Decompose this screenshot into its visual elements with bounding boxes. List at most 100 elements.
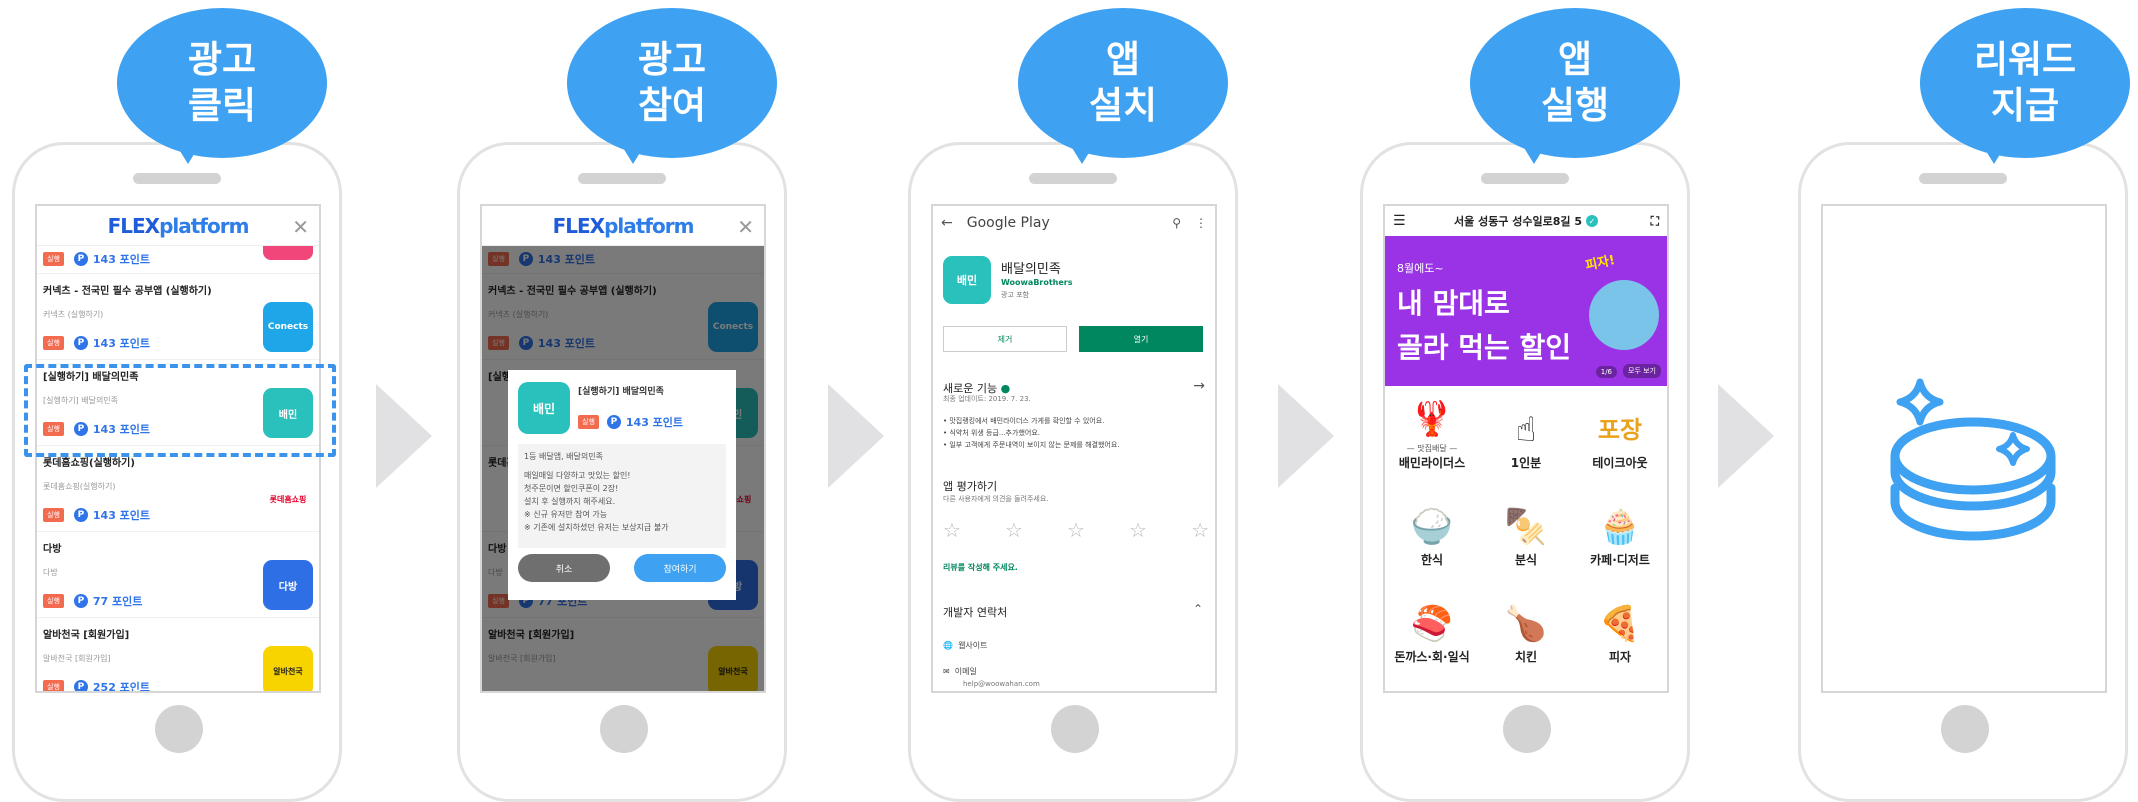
category-riders[interactable]: 🦞 — 맛집배달 — 배민라이더스 (1385, 386, 1479, 483)
globe-icon: 🌐 (943, 641, 953, 650)
uninstall-button[interactable]: 제거 (943, 326, 1067, 352)
home-button (155, 705, 203, 753)
step-app-run: 앱 실행 ☰ 서울 성동구 성수일로8길 5 ✓ ⛶ 8월에도~ 내 맘대로 골… (1360, 0, 1690, 802)
update-date: 최종 업데이트: 2019. 7. 23. (943, 395, 1031, 403)
category-japanese[interactable]: 🍣 돈까스·회·일식 (1385, 580, 1479, 677)
list-item[interactable]: 실행 P 143 포인트 (37, 246, 319, 274)
status-badge: 실행 (578, 415, 599, 429)
menu-icon[interactable]: ☰ (1393, 213, 1406, 229)
pizza-icon: 🍕 (1598, 604, 1642, 644)
bubble-line2: 설치 (1088, 84, 1158, 127)
lobster-icon: 🦞 (1410, 399, 1454, 439)
bubble-line1: 리워드 (1973, 38, 2077, 81)
phone-screen (1821, 204, 2107, 693)
category-takeout[interactable]: 포장 테이크아웃 (1573, 386, 1667, 483)
category-korean[interactable]: 🍚 한식 (1385, 483, 1479, 580)
category-snack[interactable]: 🍢 분식 (1479, 483, 1573, 580)
search-icon[interactable]: ⚲ (1172, 216, 1181, 230)
release-note: • 식약처 위생 등급...추가했어요. (943, 429, 1040, 437)
baemin-header: ☰ 서울 성동구 성수일로8길 5 ✓ ⛶ (1385, 206, 1667, 236)
sushi-icon: 🍣 (1410, 604, 1454, 644)
list-item[interactable]: 알바천국 [회원가입] 알바천국 [회원가입] 알바천국 실행 P 252 포인트 (37, 618, 319, 693)
phone-screen: ← Google Play ⚲ ⋮ 배민 배달의민족 WoowaBrothers… (931, 204, 1217, 693)
rice-icon: 🍚 (1410, 507, 1454, 547)
speech-bubble: 리워드 지급 (1920, 8, 2130, 158)
row-title: 커넥츠 - 전국민 필수 공부앱 (실행하기) (43, 286, 212, 297)
list-item[interactable]: 롯데홈쇼핑(실행하기) 롯데홈쇼핑(실행하기) 롯데홈쇼핑 실행 P 143 포인트 (37, 446, 319, 532)
sparkle-icon (1996, 432, 2030, 466)
home-button (600, 705, 648, 753)
speech-bubble: 광고 참여 (567, 8, 777, 158)
row-title: 알바천국 [회원가입] (43, 630, 130, 641)
phone-speaker (578, 173, 666, 184)
email-row[interactable]: ✉ 이메일 (943, 666, 977, 677)
rate-heading: 앱 평가하기 (943, 480, 998, 493)
star-icon: ☆ (1005, 518, 1023, 542)
list-item[interactable]: 다방 다방 다방 실행P77 포인트 (37, 532, 319, 618)
finger-icon: ☝ (1515, 410, 1537, 450)
sparkle-icon (1896, 378, 1944, 426)
website-row[interactable]: 🌐 웹사이트 (943, 640, 988, 651)
close-icon[interactable]: ✕ (737, 215, 754, 239)
status-badge: 실행 (43, 508, 64, 522)
close-icon[interactable]: ✕ (292, 215, 309, 239)
status-badge: 실행 (43, 252, 64, 266)
category-chicken[interactable]: 🍗 치킨 (1479, 580, 1573, 677)
chevron-up-icon[interactable]: ⌃ (1193, 602, 1203, 616)
app-icon: Conects (263, 302, 313, 352)
phone-frame: ← Google Play ⚲ ⋮ 배민 배달의민족 WoowaBrothers… (908, 142, 1238, 802)
write-review-link[interactable]: 리뷰를 작성해 주세요. (943, 562, 1018, 573)
category-pizza[interactable]: 🍕 피자 (1573, 580, 1667, 677)
speech-bubble: 광고 클릭 (117, 8, 327, 158)
category-cafe[interactable]: 🧁 카페·디저트 (1573, 483, 1667, 580)
see-all-button[interactable]: 모두 보기 (1623, 364, 1661, 378)
arrow-right-icon[interactable]: → (1193, 378, 1205, 394)
points-label: 77 포인트 (92, 595, 143, 608)
app-meta: 광고 포함 (1001, 291, 1029, 299)
phone-speaker (1481, 173, 1569, 184)
bubble-line1: 앱 (1105, 38, 1141, 81)
bubble-line2: 지급 (1990, 84, 2060, 127)
point-icon: P (606, 415, 621, 429)
cancel-button[interactable]: 취소 (518, 554, 610, 582)
back-arrow-icon[interactable]: ← (941, 215, 953, 231)
gplay-header: ← Google Play ⚲ ⋮ (933, 206, 1215, 240)
phone-frame: ☰ 서울 성동구 성수일로8길 5 ✓ ⛶ 8월에도~ 내 맘대로 골라 먹는 … (1360, 142, 1690, 802)
list-item[interactable]: 커넥츠 - 전국민 필수 공부앱 (실행하기) 커넥츠 (실행하기) Conec… (37, 274, 319, 360)
flex-header: FLEXplatform ✕ (37, 206, 319, 246)
open-button[interactable]: 열기 (1079, 326, 1203, 352)
flex-logo: FLEXplatform (552, 213, 695, 238)
coin-stack-icon (1890, 378, 2056, 541)
scan-icon[interactable]: ⛶ (1651, 214, 1659, 229)
developer-name[interactable]: WoowaBrothers (1001, 278, 1073, 287)
arrow-right-icon (376, 384, 432, 488)
release-note: • 맛집랭킹에서 배민라이더스 가게를 확인할 수 있어요. (943, 417, 1105, 425)
phone-speaker (1919, 173, 2007, 184)
promo-banner[interactable]: 8월에도~ 내 맘대로 골라 먹는 할인 피자! 1/6 모두 보기 (1385, 236, 1667, 386)
category-grid: 🦞 — 맛집배달 — 배민라이더스 ☝ 1인분 포장 테이크아웃 🍚 한식 🍢 분식 🧁 카페… (1385, 386, 1667, 677)
phone-speaker (1029, 173, 1117, 184)
step-reward: 리워드 지급 (1798, 0, 2130, 802)
banner-small: 8월에도~ (1397, 262, 1444, 275)
rate-subtitle: 다른 사용자에게 의견을 들려주세요. (943, 495, 1049, 503)
points-label: 143 포인트 (625, 416, 684, 429)
app-icon: 롯데홈쇼핑 (263, 474, 313, 524)
category-single[interactable]: ☝ 1인분 (1479, 386, 1573, 483)
rating-stars[interactable]: ☆ ☆ ☆ ☆ ☆ (943, 518, 1209, 542)
home-button (1503, 705, 1551, 753)
points-label: 143 포인트 (92, 337, 151, 350)
dev-contact-heading: 개발자 연락처 (943, 606, 1008, 619)
app-icon: 다방 (263, 560, 313, 610)
points-label: 252 포인트 (92, 681, 151, 693)
app-name: 배달의민족 (1001, 262, 1061, 277)
join-button[interactable]: 참여하기 (634, 554, 726, 582)
status-badge: 실행 (43, 680, 64, 691)
release-note: • 일부 고객에게 주문내역이 보이지 않는 문제를 해결했어요. (943, 441, 1120, 449)
phone-speaker (133, 173, 221, 184)
takeout-icon: 포장 (1597, 416, 1643, 444)
address-label[interactable]: 서울 성동구 성수일로8길 5 (1454, 213, 1582, 229)
app-icon: 배민 (518, 382, 570, 434)
more-icon[interactable]: ⋮ (1195, 216, 1207, 230)
phone-frame: FLEXplatform ✕ 실행 P 143 포인트 커넥츠 - 전국민 필수 공… (12, 142, 342, 802)
point-icon: P (73, 680, 88, 691)
